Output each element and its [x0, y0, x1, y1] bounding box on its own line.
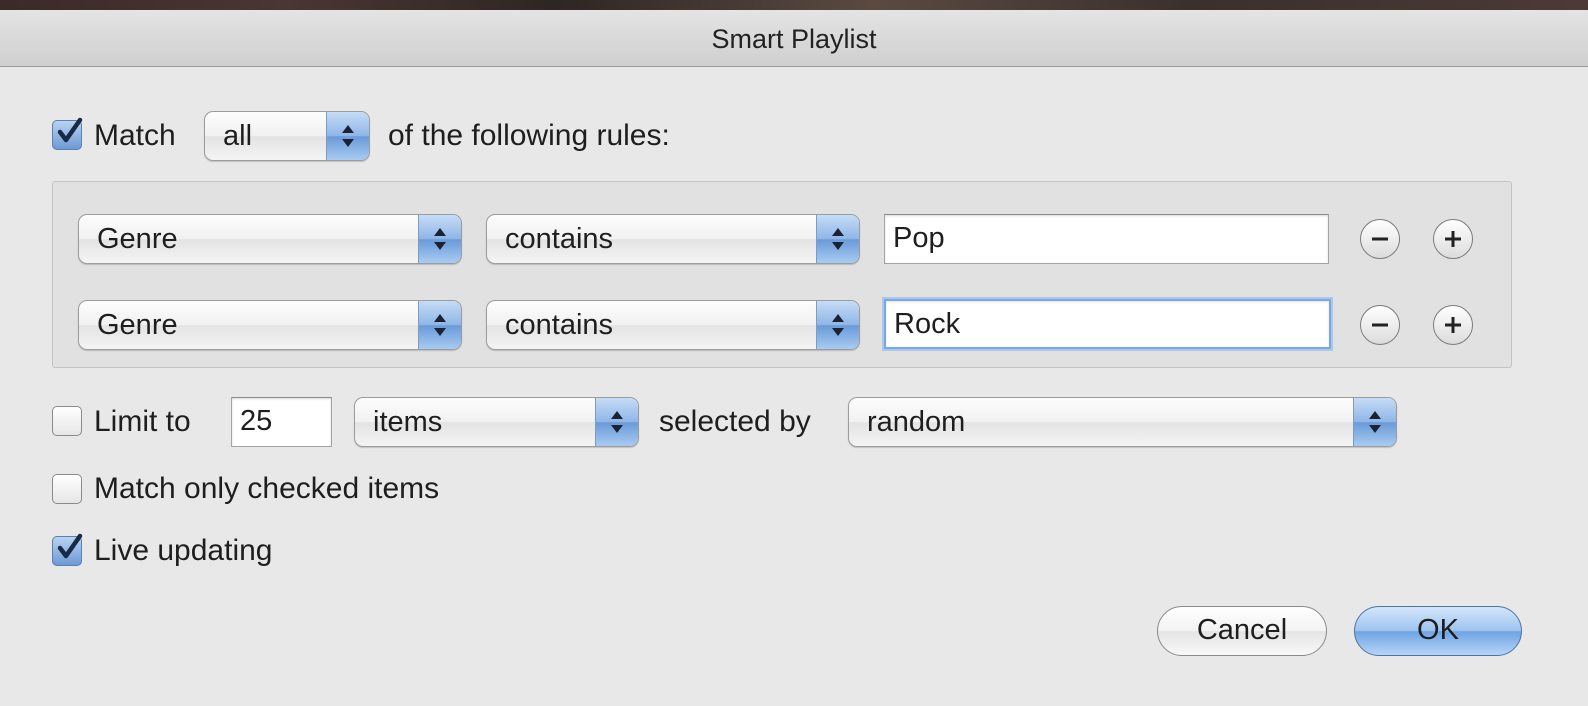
limit-checkbox[interactable]: [52, 406, 82, 436]
dialog-title: Smart Playlist: [0, 10, 1588, 67]
minus-icon: [1372, 323, 1388, 327]
selected-by-value: random: [867, 406, 966, 438]
limit-unit-value: items: [373, 406, 443, 438]
cancel-button[interactable]: Cancel: [1157, 606, 1327, 656]
limit-label: Limit to: [94, 405, 191, 438]
up-down-arrows-icon: [816, 301, 859, 349]
match-mode-value: all: [223, 120, 253, 152]
up-down-arrows-icon: [816, 215, 859, 263]
plus-icon: [1445, 317, 1461, 333]
ok-button[interactable]: OK: [1354, 606, 1522, 656]
checkmark-icon: [57, 117, 83, 143]
rule-1-field-popup[interactable]: Genre: [78, 214, 462, 264]
up-down-arrows-icon: [326, 112, 369, 160]
rule-2-operator-popup[interactable]: contains: [486, 300, 860, 350]
live-updating-label: Live updating: [94, 534, 273, 567]
rule-1-value-field[interactable]: Pop: [884, 214, 1329, 264]
rule-2-add-button[interactable]: [1433, 305, 1473, 345]
selected-by-label: selected by: [659, 405, 811, 438]
rule-2-field-popup[interactable]: Genre: [78, 300, 462, 350]
rule-2-field-value: Genre: [97, 309, 178, 341]
plus-icon: [1445, 231, 1461, 247]
up-down-arrows-icon: [418, 215, 461, 263]
up-down-arrows-icon: [418, 301, 461, 349]
rule-1-operator-popup[interactable]: contains: [486, 214, 860, 264]
match-checkbox[interactable]: [52, 117, 83, 150]
live-updating-checkbox[interactable]: [52, 533, 83, 566]
up-down-arrows-icon: [1353, 398, 1396, 446]
selected-by-popup[interactable]: random: [848, 397, 1397, 447]
rule-2-value-field[interactable]: Rock: [884, 299, 1331, 349]
match-suffix-label: of the following rules:: [388, 119, 670, 152]
minus-icon: [1372, 237, 1388, 241]
rule-1-add-button[interactable]: [1433, 219, 1473, 259]
match-checked-checkbox[interactable]: [52, 474, 82, 504]
rule-1-operator-value: contains: [505, 223, 614, 255]
match-mode-popup[interactable]: all: [204, 111, 370, 161]
limit-amount-field[interactable]: 25: [231, 397, 332, 447]
smart-playlist-dialog: Smart Playlist Match all of the followin…: [0, 10, 1588, 706]
up-down-arrows-icon: [595, 398, 638, 446]
rule-1-field-value: Genre: [97, 223, 178, 255]
checkmark-icon: [57, 533, 83, 559]
rule-2-operator-value: contains: [505, 309, 614, 341]
rule-1-remove-button[interactable]: [1360, 219, 1400, 259]
match-label: Match: [94, 119, 176, 152]
match-checked-label: Match only checked items: [94, 472, 440, 505]
limit-unit-popup[interactable]: items: [354, 397, 639, 447]
rules-container: Genre contains Pop Genre contains Rock: [52, 181, 1512, 368]
rule-2-remove-button[interactable]: [1360, 305, 1400, 345]
